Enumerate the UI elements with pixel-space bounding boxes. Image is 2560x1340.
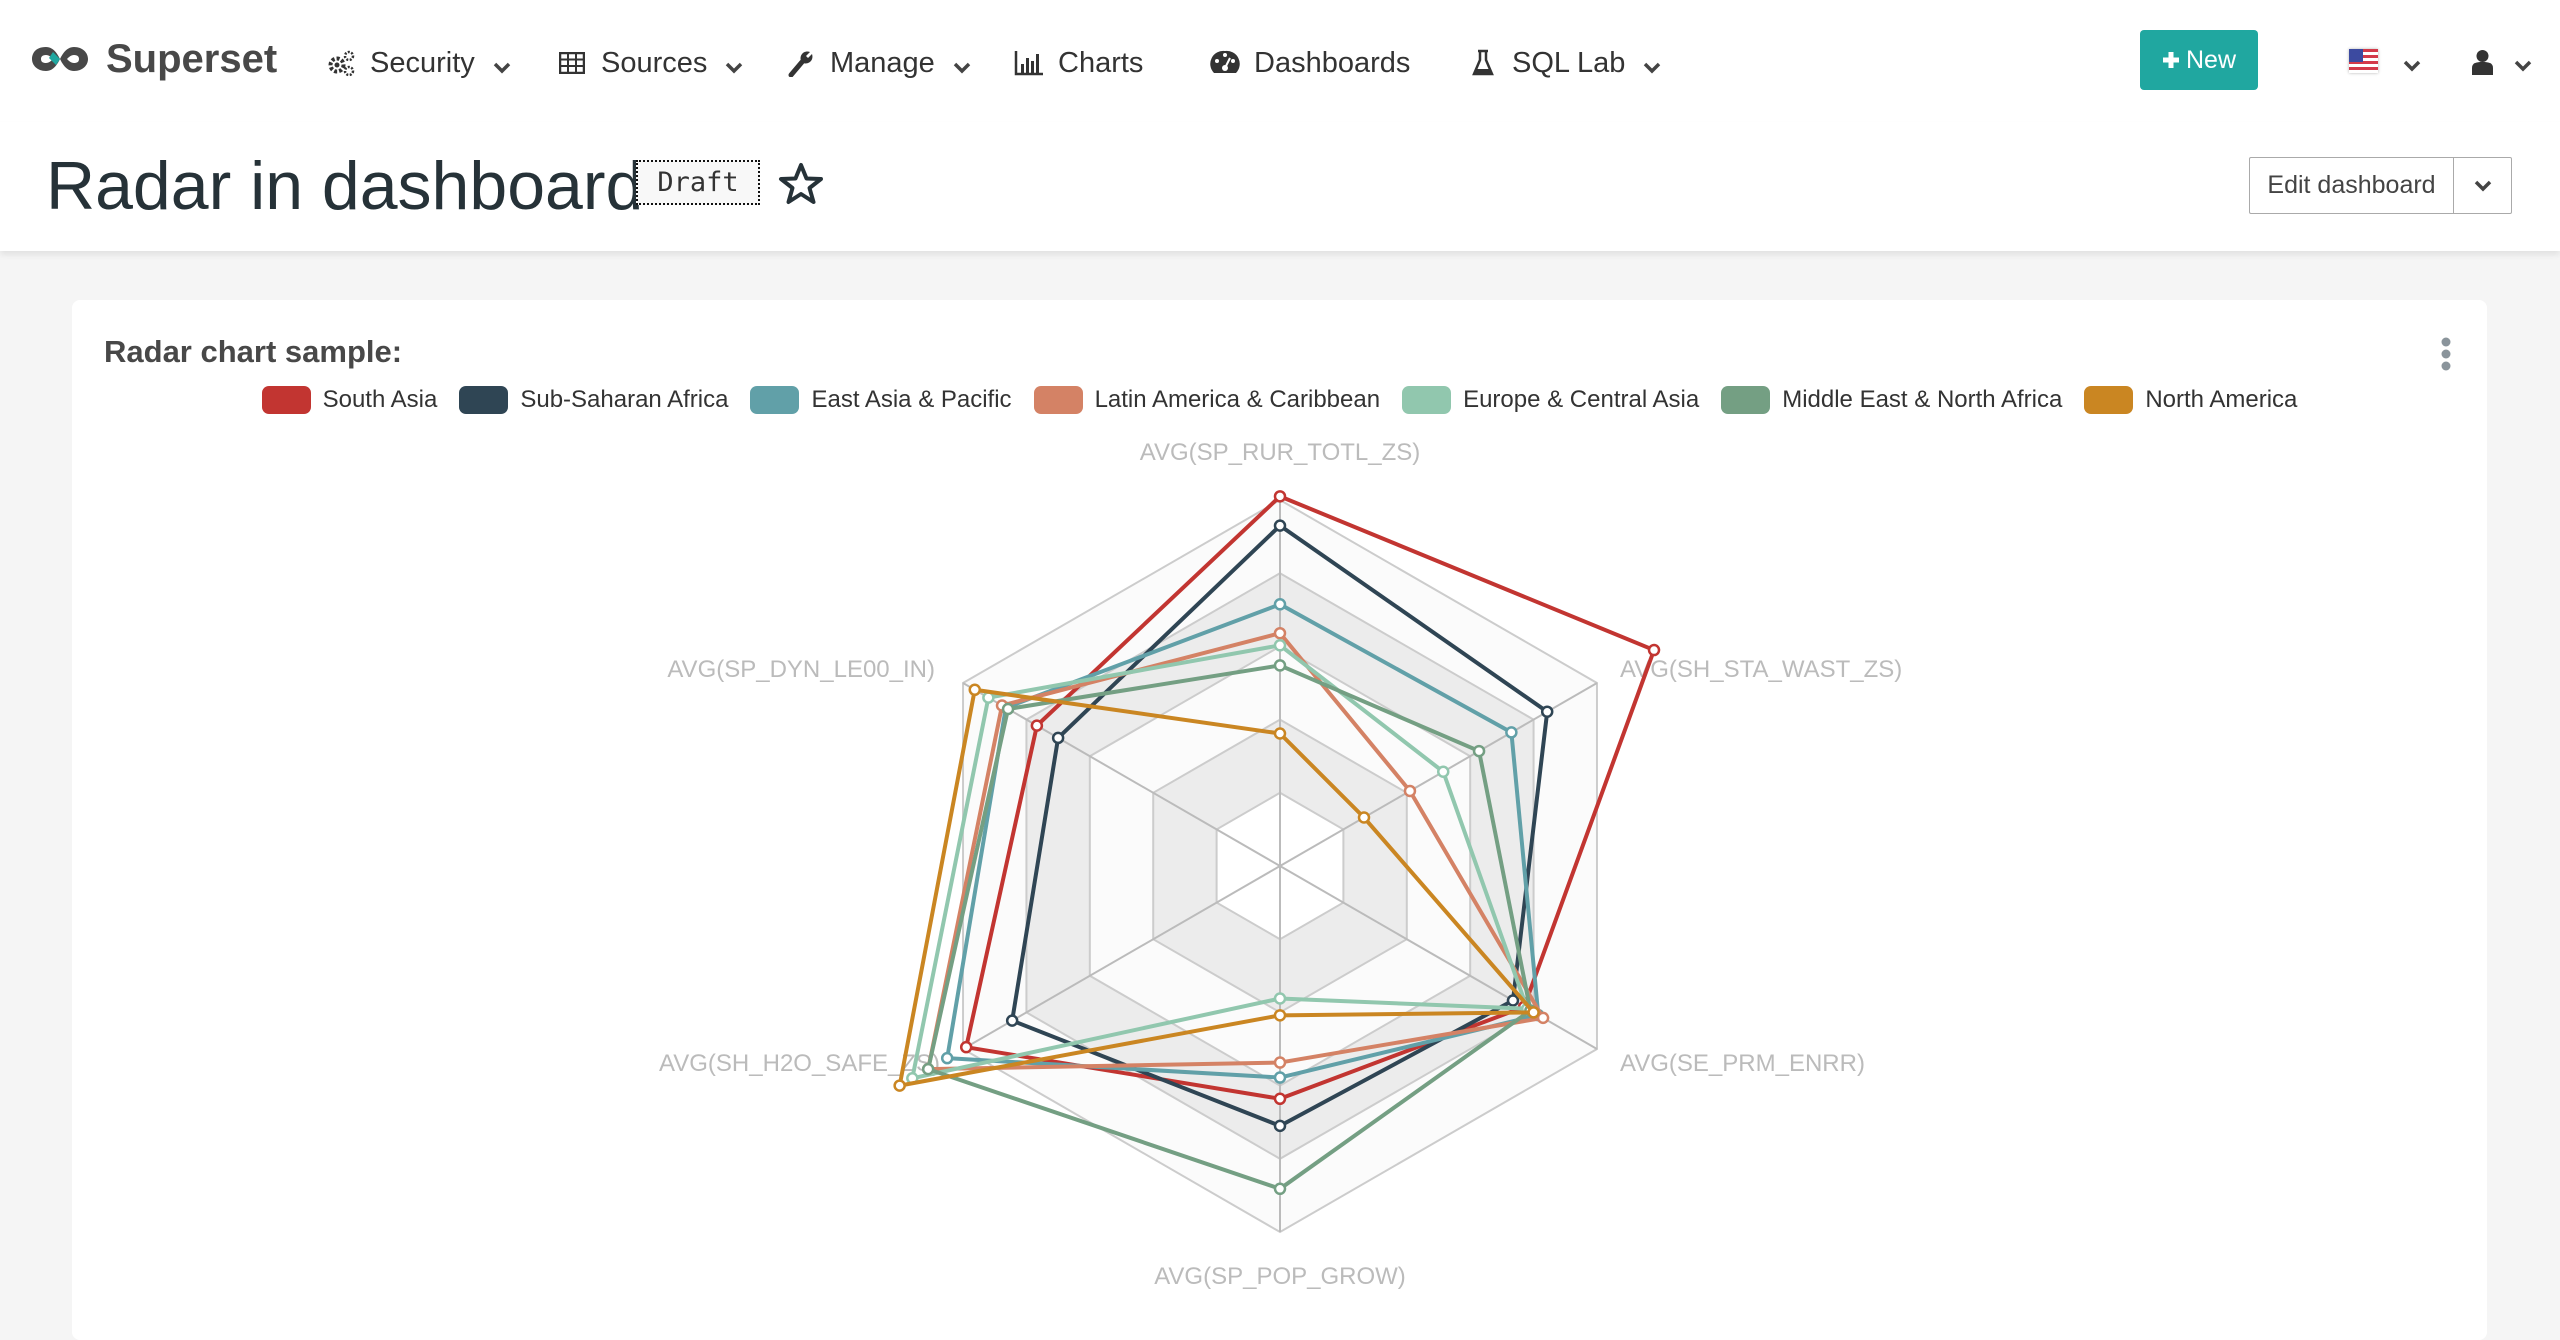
radar-data-point[interactable] <box>1540 705 1554 718</box>
radar-data-point[interactable] <box>1273 490 1287 503</box>
radar-data-point[interactable] <box>1005 1014 1019 1027</box>
radar-axis-label: AVG(SE_PRM_ENRR) <box>1620 1050 1865 1077</box>
radar-data-point[interactable] <box>1273 598 1287 611</box>
radar-data-point[interactable] <box>1273 519 1287 532</box>
radar-data-point[interactable] <box>1647 643 1661 657</box>
radar-data-point[interactable] <box>1472 744 1486 758</box>
radar-data-point[interactable] <box>1273 659 1287 672</box>
radar-data-point[interactable] <box>1273 1119 1287 1133</box>
radar-data-point[interactable] <box>1273 1009 1287 1022</box>
radar-data-point[interactable] <box>1051 731 1065 745</box>
radar-data-point[interactable] <box>940 1051 954 1065</box>
radar-data-point[interactable] <box>1527 1006 1540 1019</box>
radar-data-point[interactable] <box>1273 1182 1287 1196</box>
radar-data-point[interactable] <box>1273 639 1287 652</box>
radar-data-point[interactable] <box>1273 727 1287 740</box>
radar-data-point[interactable] <box>1273 1071 1287 1084</box>
radar-data-point[interactable] <box>1506 994 1520 1007</box>
radar-axis-label: AVG(SH_H2O_SAFE_ZS) <box>659 1050 940 1077</box>
radar-data-point[interactable] <box>921 1062 935 1076</box>
radar-data-point[interactable] <box>1273 626 1287 640</box>
radar-data-point[interactable] <box>1001 702 1015 716</box>
radar-axis-label: AVG(SP_DYN_LE00_IN) <box>667 656 935 683</box>
radar-data-point[interactable] <box>893 1079 906 1092</box>
radar-data-point[interactable] <box>1403 784 1417 798</box>
radar-data-point[interactable] <box>968 683 982 697</box>
radar-data-point[interactable] <box>1273 992 1287 1005</box>
radar-axis-label: AVG(SP_RUR_TOTL_ZS) <box>1140 439 1421 466</box>
radar-data-point[interactable] <box>1505 726 1518 739</box>
radar-axis-label: AVG(SH_STA_WAST_ZS) <box>1620 656 1902 683</box>
radar-data-point[interactable] <box>1536 1011 1550 1025</box>
radar-axis-label: AVG(SP_POP_GROW) <box>1154 1263 1406 1290</box>
radar-data-point[interactable] <box>1436 765 1450 779</box>
radar-chart: AVG(SP_RUR_TOTL_ZS) AVG(SH_STA_WAST_ZS) AV… <box>659 439 1902 1290</box>
radar-data-point[interactable] <box>1273 1092 1287 1106</box>
radar-data-point[interactable] <box>1357 811 1371 824</box>
radar-data-point[interactable] <box>1030 719 1044 732</box>
radar-data-point[interactable] <box>959 1040 973 1054</box>
radar-data-point[interactable] <box>1273 1056 1287 1069</box>
